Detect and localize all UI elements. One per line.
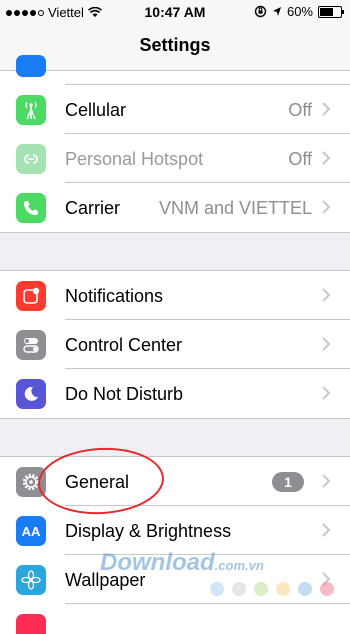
settings-row-value: Off: [288, 100, 312, 120]
page-title: Settings: [139, 35, 211, 55]
settings-row-display-brightness[interactable]: AA Display & Brightness: [0, 506, 350, 555]
toggles-icon: [16, 330, 46, 360]
location-arrow-icon: [272, 7, 281, 16]
antenna-icon: [16, 95, 46, 125]
watermark-logo: Download.com.vn: [100, 549, 264, 577]
chevron-right-icon: [322, 288, 331, 302]
chevron-right-icon: [322, 200, 331, 214]
rotation-lock-icon: [254, 5, 267, 18]
text-size-icon: AA: [16, 516, 46, 546]
navigation-bar: Settings: [0, 24, 350, 71]
hotspot-link-icon: [16, 144, 46, 174]
settings-row-value: Off: [288, 149, 312, 169]
settings-row-notifications[interactable]: Notifications: [0, 271, 350, 320]
settings-row-label: Notifications: [65, 286, 164, 306]
chevron-right-icon: [322, 102, 331, 116]
settings-row-carrier[interactable]: Carrier VNM and VIETTEL: [0, 183, 350, 232]
settings-row-label: Cellular: [65, 100, 127, 120]
settings-row-label: Carrier: [65, 198, 121, 218]
phone-icon: [16, 193, 46, 223]
update-badge: 1: [272, 472, 304, 492]
settings-row-personal-hotspot[interactable]: Personal Hotspot Off: [0, 134, 350, 183]
settings-row-label: Personal Hotspot: [65, 149, 204, 169]
settings-row-label: Control Center: [65, 335, 183, 355]
moon-icon: [16, 379, 46, 409]
chevron-right-icon: [322, 523, 331, 537]
settings-row-cellular[interactable]: Cellular Off: [0, 85, 350, 134]
status-bar: Viettel 10:47 AM 60%: [0, 0, 350, 24]
settings-row-control-center[interactable]: Control Center: [0, 320, 350, 369]
partial-row-bottom: [0, 604, 350, 634]
chevron-right-icon: [322, 337, 331, 351]
watermark-dots: [210, 582, 334, 596]
settings-group-notifications: Notifications Control Center Do Not Dist…: [0, 270, 350, 419]
settings-row-do-not-disturb[interactable]: Do Not Disturb: [0, 369, 350, 418]
settings-group-connectivity: Cellular Off Personal Hotspot Off Carrie…: [0, 55, 350, 233]
chevron-right-icon: [322, 386, 331, 400]
watermark-text: Download: [100, 549, 215, 576]
partial-icon: [16, 614, 46, 634]
chevron-right-icon: [322, 151, 331, 165]
partial-icon: [16, 55, 46, 77]
settings-row-label: Do Not Disturb: [65, 384, 184, 404]
watermark-suffix: .com.vn: [214, 558, 264, 573]
status-right: 60%: [254, 4, 344, 19]
notifications-icon: [16, 281, 46, 311]
text-size-glyph: AA: [21, 523, 41, 539]
chevron-right-icon: [322, 474, 331, 488]
settings-row-label: Display & Brightness: [65, 521, 232, 541]
flower-icon: [16, 565, 46, 595]
battery-icon: [318, 5, 344, 18]
settings-row-value: VNM and VIETTEL: [158, 198, 312, 218]
partial-row: [0, 55, 350, 85]
battery-percent: 60%: [286, 4, 313, 19]
